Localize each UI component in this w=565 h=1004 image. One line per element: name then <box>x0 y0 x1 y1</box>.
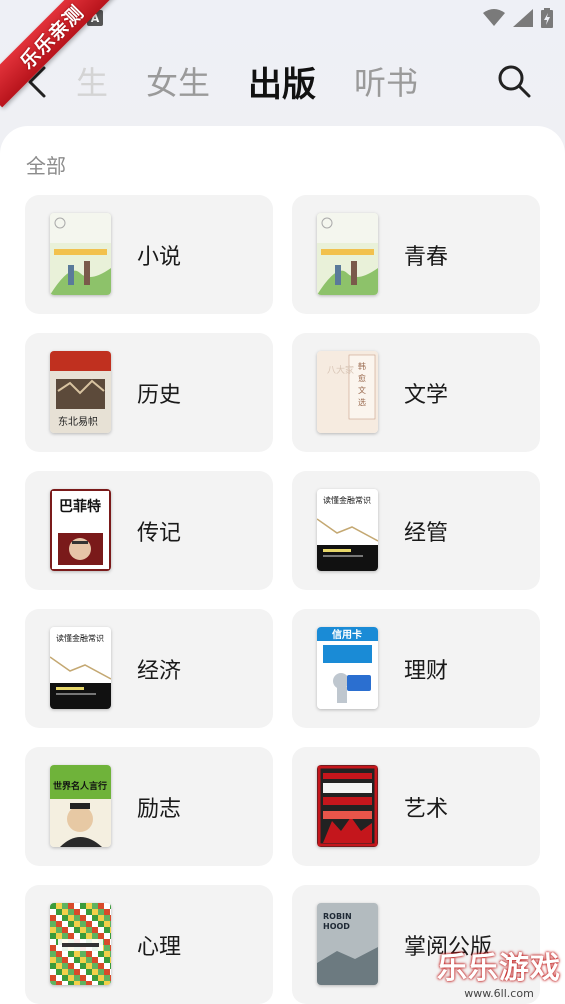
tab-publishing[interactable]: 出版 <box>248 57 316 106</box>
book-cover-illustrated-couple <box>317 213 378 295</box>
book-cover-illustrated-couple <box>50 213 111 295</box>
svg-text:文: 文 <box>358 385 366 395</box>
wifi-icon <box>483 9 505 26</box>
category-label: 小说 <box>137 245 182 270</box>
book-cover-robin-hood: ROBIN HOOD <box>317 903 378 985</box>
tab-audiobooks[interactable]: 听书 <box>354 58 418 104</box>
book-cover-art <box>317 765 378 847</box>
search-icon[interactable] <box>497 64 531 98</box>
category-card[interactable]: 东北易帜 历史 <box>25 333 273 452</box>
svg-text:ROBIN: ROBIN <box>323 912 352 921</box>
category-label: 经济 <box>137 659 182 684</box>
svg-text:东北易帜: 东北易帜 <box>58 415 98 428</box>
tab-male[interactable]: 生 <box>60 58 108 104</box>
book-cover-mosaic <box>50 903 111 985</box>
category-label: 心理 <box>137 935 182 960</box>
category-label: 传记 <box>137 521 182 546</box>
watermark-logo: 乐乐游戏 www.6ll.com <box>437 951 561 1000</box>
category-card[interactable]: 青春 <box>292 195 540 314</box>
category-card[interactable]: 艺术 <box>292 747 540 866</box>
book-cover-famous-quotes: 世界名人言行 <box>50 765 111 847</box>
book-cover-literature: 韩 愈 文 选 八大家 <box>317 351 378 433</box>
category-card[interactable]: 信用卡 理财 <box>292 609 540 728</box>
svg-text:读懂金融常识: 读懂金融常识 <box>56 633 104 643</box>
svg-text:HOOD: HOOD <box>323 922 350 931</box>
book-cover-finance: 读懂金融常识 <box>50 627 111 709</box>
signal-icon <box>513 9 533 27</box>
category-label: 艺术 <box>404 797 449 822</box>
status-icons <box>483 8 553 28</box>
tab-female[interactable]: 女生 <box>146 58 210 104</box>
category-card[interactable]: 心理 <box>25 885 273 1004</box>
section-title: 全部 <box>26 154 66 178</box>
svg-text:世界名人言行: 世界名人言行 <box>53 780 107 792</box>
category-label: 青春 <box>404 245 449 270</box>
category-label: 历史 <box>137 383 182 408</box>
svg-text:信用卡: 信用卡 <box>332 628 362 641</box>
svg-text:读懂金融常识: 读懂金融常识 <box>323 495 371 505</box>
book-cover-buffett: 巴菲特 <box>50 489 111 571</box>
category-card[interactable]: 世界名人言行 励志 <box>25 747 273 866</box>
battery-icon <box>541 8 553 28</box>
category-header: 生 女生 出版 听书 <box>0 50 565 114</box>
svg-text:韩: 韩 <box>358 361 366 371</box>
category-card[interactable]: 巴菲特 传记 <box>25 471 273 590</box>
svg-text:八大家: 八大家 <box>327 364 354 376</box>
svg-text:巴菲特: 巴菲特 <box>59 498 101 515</box>
category-card[interactable]: 韩 愈 文 选 八大家 文学 <box>292 333 540 452</box>
category-card[interactable]: 读懂金融常识 经济 <box>25 609 273 728</box>
svg-text:愈: 愈 <box>358 373 366 383</box>
book-cover-northeast: 东北易帜 <box>50 351 111 433</box>
category-label: 理财 <box>404 659 449 684</box>
category-card[interactable]: 读懂金融常识 经管 <box>292 471 540 590</box>
book-cover-finance: 读懂金融常识 <box>317 489 378 571</box>
svg-text:选: 选 <box>358 397 366 407</box>
tab-bar: 生 女生 出版 听书 <box>60 57 456 106</box>
category-label: 经管 <box>404 521 449 546</box>
category-card[interactable]: 小说 <box>25 195 273 314</box>
category-panel: 全部 小说 青春 东北易帜 历史 韩 愈 文 选 八大家 文学 巴菲特 传记 读… <box>0 126 565 1004</box>
category-label: 文学 <box>404 383 449 408</box>
book-cover-credit-card: 信用卡 <box>317 627 378 709</box>
category-label: 励志 <box>137 797 182 822</box>
